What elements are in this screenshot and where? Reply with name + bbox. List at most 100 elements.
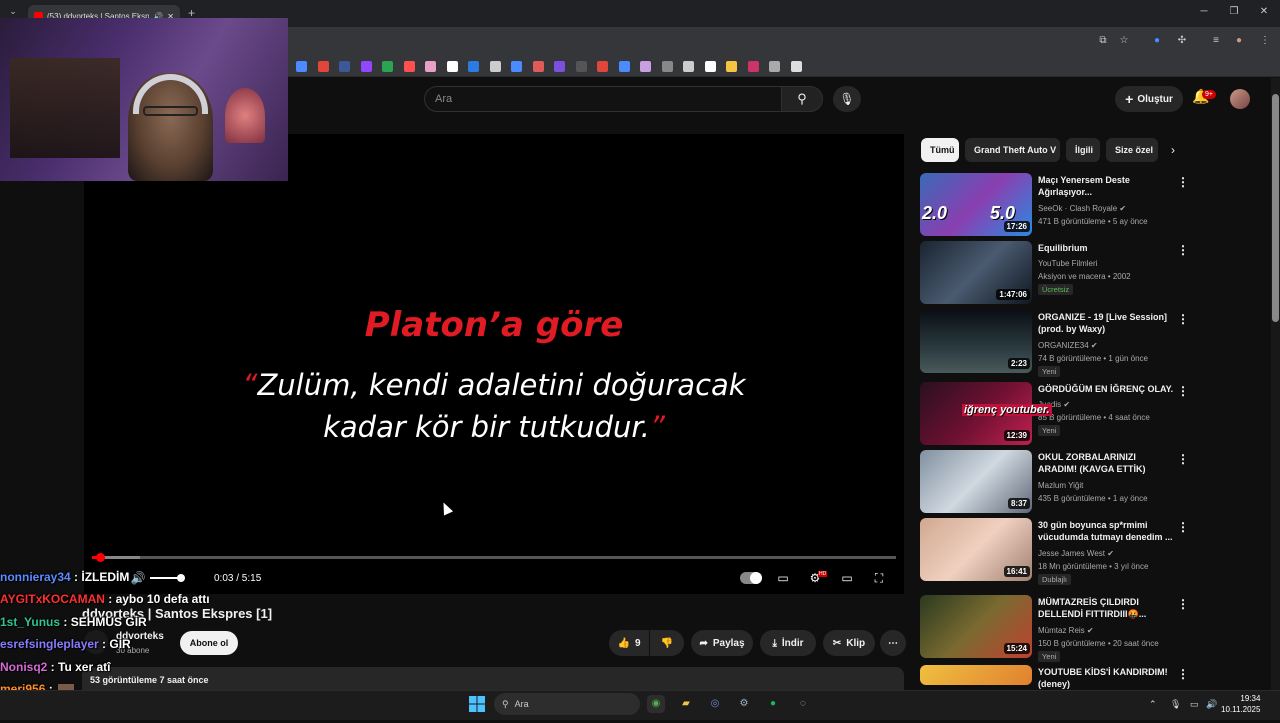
bookmark-icon[interactable] [446,61,458,72]
voice-search-button[interactable]: 🎙 [833,86,861,112]
recommendation-channel[interactable]: Mümtaz Reis ✔ [1038,624,1094,637]
share-button[interactable]: ➦ Paylaş [691,630,753,656]
profile-icon[interactable]: ● [1232,35,1246,49]
extension-icon[interactable]: ● [1150,35,1164,49]
bookmark-icon[interactable] [532,61,544,72]
taskbar-search[interactable]: ⚲ Ara [494,693,640,715]
like-button[interactable]: 👍 9 [609,630,649,656]
webcam-overlay [0,18,288,181]
app-icon[interactable]: ◌ [794,695,812,713]
filter-chip[interactable]: Size özel [1106,138,1158,162]
recommendation-channel[interactable]: Mazlum Yiğit [1038,479,1083,492]
recommendation-title[interactable]: Maçı Yenersem Deste Ağırlaşıyor... [1038,174,1174,198]
quote-line-2: kadar kör bir tutkudur.” [84,410,904,444]
taskbar-clock[interactable]: 19:34 10.11.2025 [1221,693,1260,715]
network-icon[interactable]: ▭ [1190,699,1199,710]
more-options-icon[interactable]: ⋮ [1177,520,1189,534]
recommendation-title[interactable]: GÖRDÜĞÜM EN İĞRENÇ OLAY. [1038,383,1174,395]
bookmark-icon[interactable] [317,61,329,72]
more-options-icon[interactable]: ⋮ [1177,667,1189,681]
video-player[interactable] [84,134,904,594]
filter-chip[interactable]: Tümü [921,138,959,162]
bookmark-icon[interactable] [726,61,737,72]
subtitles-icon[interactable]: ▭ [773,571,793,587]
bookmark-icon[interactable] [769,61,780,72]
speaker-icon[interactable]: 🔊 [1206,699,1217,710]
more-actions-button[interactable]: ⋯ [880,630,906,656]
tray-mic-icon[interactable]: 🎙 [1170,699,1181,710]
filter-chip[interactable]: Grand Theft Auto V [965,138,1060,162]
close-window-icon[interactable]: ✕ [1254,6,1274,17]
more-options-icon[interactable]: ⋮ [1177,175,1189,189]
bookmark-icon[interactable] [618,61,630,72]
more-options-icon[interactable]: ⋮ [1177,384,1189,398]
scrollbar-thumb[interactable] [1272,94,1279,322]
progress-scrubber[interactable] [96,553,106,562]
media-queue-icon[interactable]: ≡ [1209,35,1223,49]
bookmark-icon[interactable] [747,61,759,72]
clip-button[interactable]: ✂ Klip [823,630,875,656]
search-input[interactable]: Ara [424,86,782,112]
recommendation-channel[interactable]: YouTube Filmleri [1038,257,1097,270]
more-options-icon[interactable]: ⋮ [1177,452,1189,466]
dislike-button[interactable]: 👎 [650,630,684,656]
chat-separator: : [98,637,110,652]
bookmark-icon[interactable] [640,61,651,72]
recommendation-title[interactable]: 30 gün boyunca sp*rmimi vücudumda tutmay… [1038,519,1174,543]
windows-start-icon[interactable] [469,696,485,712]
bookmark-icon[interactable] [683,61,694,72]
account-avatar[interactable] [1230,89,1250,109]
discord-icon[interactable]: ◎ [706,695,724,713]
recommendation-title[interactable]: ORGANIZE - 19 [Live Session] (prod. by W… [1038,311,1174,335]
tray-overflow-icon[interactable]: ⌃ [1149,699,1157,710]
maximize-icon[interactable]: ❐ [1224,6,1244,17]
filter-chip[interactable]: İlgili [1066,138,1100,162]
more-options-icon[interactable]: ⋮ [1177,243,1189,257]
chrome-app-icon[interactable]: ◉ [647,695,665,713]
extensions-puzzle-icon[interactable]: ✣ [1175,35,1189,49]
install-app-icon[interactable]: ⧉ [1096,35,1110,49]
bookmark-icon[interactable] [554,61,565,72]
chevron-right-icon[interactable]: › [1164,140,1182,160]
fullscreen-icon[interactable]: ⛶ [869,571,889,587]
bookmark-icon[interactable] [403,61,415,72]
bookmark-icon[interactable] [704,61,716,72]
bookmark-icon[interactable] [296,61,307,72]
video-duration: 2:23 [1007,358,1030,369]
search-button[interactable]: ⚲ [781,86,823,112]
hd-badge: HD [818,571,828,577]
bookmark-icon[interactable] [597,61,608,72]
bookmark-icon[interactable] [575,61,587,72]
recommendation-title[interactable]: Equilibrium [1038,242,1174,254]
download-button[interactable]: ⤓ İndir [760,630,816,656]
bookmark-icon[interactable] [382,61,393,72]
bookmark-star-icon[interactable]: ☆ [1117,35,1131,49]
steam-icon[interactable]: ⚙ [735,695,753,713]
more-options-icon[interactable]: ⋮ [1177,312,1189,326]
video-duration: 12:39 [1003,430,1030,441]
file-explorer-icon[interactable]: ▰ [677,695,695,713]
bookmark-icon[interactable] [661,61,673,72]
recommendation-title[interactable]: OKUL ZORBALARINIZI ARADIM! (KAVGA ETTİK) [1038,451,1174,475]
recommendation-channel[interactable]: ORGANIZE34 ✔ [1038,339,1098,352]
recommendation-channel[interactable]: Jesse James West ✔ [1038,547,1114,560]
bookmark-icon[interactable] [425,61,436,72]
recommendation-title[interactable]: MÜMTAZREİS ÇILDIRDI DELLENDİ FITTIRDIII🤬… [1038,596,1174,620]
video-duration: 16:41 [1003,566,1030,577]
bookmark-icon[interactable] [339,61,350,72]
minimize-icon[interactable]: ─ [1194,6,1214,17]
recommendation-thumbnail[interactable] [920,665,1032,685]
spotify-icon[interactable]: ● [764,695,782,713]
browser-menu-icon[interactable]: ⋮ [1258,35,1272,49]
bookmark-icon[interactable] [511,61,522,72]
recommendation-title[interactable]: YOUTUBE KİDS'İ KANDIRDIM! (deney) [1038,666,1174,690]
bookmark-icon[interactable] [489,61,501,72]
create-button[interactable]: + Oluştur [1115,86,1183,112]
bookmark-icon[interactable] [468,61,479,72]
theater-mode-icon[interactable]: ▭ [837,571,857,587]
more-options-icon[interactable]: ⋮ [1177,597,1189,611]
bookmark-icon[interactable] [360,61,372,72]
bookmark-icon[interactable] [790,61,802,72]
recommendation-channel[interactable]: SeeOk · Clash Royale ✔ [1038,202,1126,215]
progress-bar[interactable] [92,556,896,559]
